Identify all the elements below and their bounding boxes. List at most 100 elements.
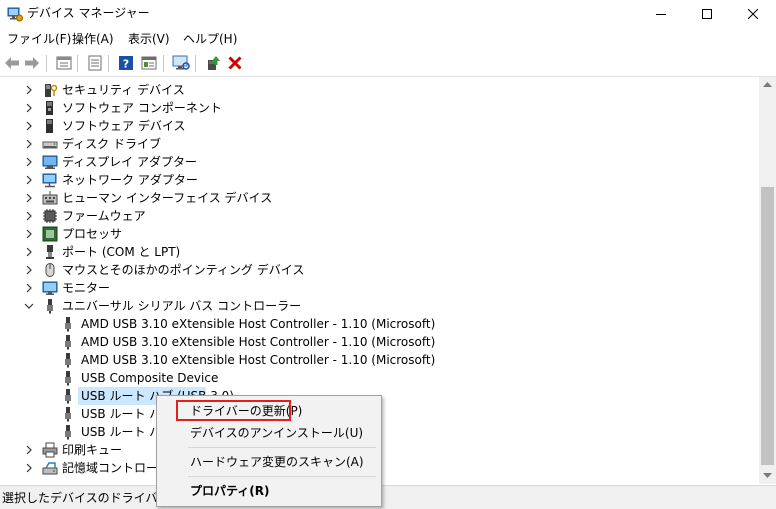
menu-action[interactable]: 操作(A) [72,31,114,47]
chevron-right-icon[interactable] [24,139,34,149]
tree-device-usb-host-1[interactable]: AMD USB 3.10 eXtensible Host Controller … [0,315,700,333]
chevron-down-icon[interactable] [24,301,34,311]
show-hidden-button[interactable] [55,54,73,72]
tree-category-label: ヒューマン インターフェイス デバイス [62,191,273,205]
scroll-up-icon[interactable] [763,81,772,87]
usb-device-icon [65,389,71,404]
tree-category-usb[interactable]: ユニバーサル シリアル バス コントローラー [0,297,700,315]
tree-category-label: ユニバーサル シリアル バス コントローラー [62,299,302,313]
chevron-right-icon[interactable] [24,445,34,455]
uninstall-icon [228,56,242,70]
tree-category-monitor[interactable]: モニター [0,279,700,297]
usb-device-icon [65,353,71,368]
tree-category-mouse[interactable]: マウスとそのほかのポインティング デバイス [0,261,700,279]
device-manager-icon [7,7,23,22]
scroll-down-icon[interactable] [763,473,772,479]
chevron-right-icon[interactable] [24,175,34,185]
usb-device-icon [65,317,71,332]
port-icon [46,245,54,259]
maximize-button[interactable] [684,0,730,28]
window-title: デバイス マネージャー [27,6,150,20]
storage-controller-icon [42,462,58,475]
properties-button[interactable] [86,54,104,72]
context-menu-item-label: プロパティ(R) [190,484,270,498]
tree-category-label: ファームウェア [62,209,146,223]
tree-category-port[interactable]: ポート (COM と LPT) [0,243,700,261]
chevron-right-icon[interactable] [24,193,34,203]
view-button[interactable] [140,54,158,72]
menu-file[interactable]: ファイル(F) [7,31,71,47]
red-highlight-box [176,400,291,421]
software-component-icon [46,101,53,115]
tree-category-hid[interactable]: ヒューマン インターフェイス デバイス [0,189,700,207]
chevron-right-icon[interactable] [24,463,34,473]
scan-hardware-button[interactable] [172,54,190,72]
chevron-right-icon[interactable] [24,85,34,95]
monitor-scan-icon [172,55,190,70]
usb-device-icon [65,371,71,386]
status-bar: 選択したデバイスのドライバー更新 [0,485,776,509]
chevron-right-icon[interactable] [24,157,34,167]
monitor-icon [42,281,58,295]
update-driver-button[interactable] [204,54,222,72]
chevron-right-icon[interactable] [24,283,34,293]
tree-category-software-device[interactable]: ソフトウェア デバイス [0,117,700,135]
minimize-button[interactable] [638,0,684,28]
tree-category-security[interactable]: セキュリティ デバイス [0,81,700,99]
back-button[interactable] [3,54,21,72]
tree-category-label: プロセッサ [62,227,123,241]
context-menu-uninstall-device[interactable]: デバイスのアンインストール(U) [159,421,377,445]
close-button[interactable] [730,0,776,28]
close-icon [748,9,758,19]
tree-category-label: ポート (COM と LPT) [62,245,181,259]
maximize-icon [702,9,712,19]
chevron-right-icon[interactable] [24,247,34,257]
hid-icon [42,191,58,205]
usb-controller-icon [47,299,53,314]
tree-device-usb-host-3[interactable]: AMD USB 3.10 eXtensible Host Controller … [0,351,700,369]
update-driver-icon [208,56,220,70]
show-hidden-icon [56,56,72,70]
vertical-scrollbar[interactable] [759,77,776,484]
menu-help[interactable]: ヘルプ(H) [183,31,237,47]
tree-category-label: マウスとそのほかのポインティング デバイス [62,263,305,277]
tree-device-usb-composite[interactable]: USB Composite Device [0,369,700,387]
usb-device-icon [65,407,71,422]
tree-category-software-component[interactable]: ソフトウェア コンポーネント [0,99,700,117]
toolbar-separator [195,55,196,72]
tree-category-firmware[interactable]: ファームウェア [0,207,700,225]
chevron-right-icon[interactable] [24,103,34,113]
tree-category-label: 印刷キュー [62,443,123,457]
context-menu-scan-hardware[interactable]: ハードウェア変更のスキャン(A) [159,450,377,474]
forward-button[interactable] [23,54,41,72]
tree-category-label: ネットワーク アダプター [62,173,198,187]
back-arrow-icon [5,57,19,69]
chevron-right-icon[interactable] [24,211,34,221]
tree-category-label: ディスク ドライブ [62,137,161,151]
disk-drive-icon [42,141,58,149]
tree-category-disk-drive[interactable]: ディスク ドライブ [0,135,700,153]
context-menu-separator [188,447,376,448]
context-menu-properties[interactable]: プロパティ(R) [159,479,377,503]
tree-category-network-adapter[interactable]: ネットワーク アダプター [0,171,700,189]
toolbar-separator [77,55,78,72]
context-menu-item-label: ハードウェア変更のスキャン(A) [190,455,364,469]
tree-device-usb-host-2[interactable]: AMD USB 3.10 eXtensible Host Controller … [0,333,700,351]
chevron-right-icon[interactable] [24,121,34,131]
tree-device-label: AMD USB 3.10 eXtensible Host Controller … [81,353,436,367]
help-button[interactable]: ? [117,54,135,72]
tree-category-display-adapter[interactable]: ディスプレイ アダプター [0,153,700,171]
processor-icon [42,226,58,242]
tree-category-processor[interactable]: プロセッサ [0,225,700,243]
view-icon [141,56,157,70]
tree-category-label: ソフトウェア デバイス [62,119,186,133]
security-device-icon [45,84,58,97]
print-queue-icon [42,442,58,458]
uninstall-button[interactable] [226,54,244,72]
menu-view[interactable]: 表示(V) [128,31,170,47]
scrollbar-thumb[interactable] [761,187,774,465]
firmware-icon [43,209,57,223]
chevron-right-icon[interactable] [24,265,34,275]
chevron-right-icon[interactable] [24,229,34,239]
toolbar-separator [163,55,164,72]
